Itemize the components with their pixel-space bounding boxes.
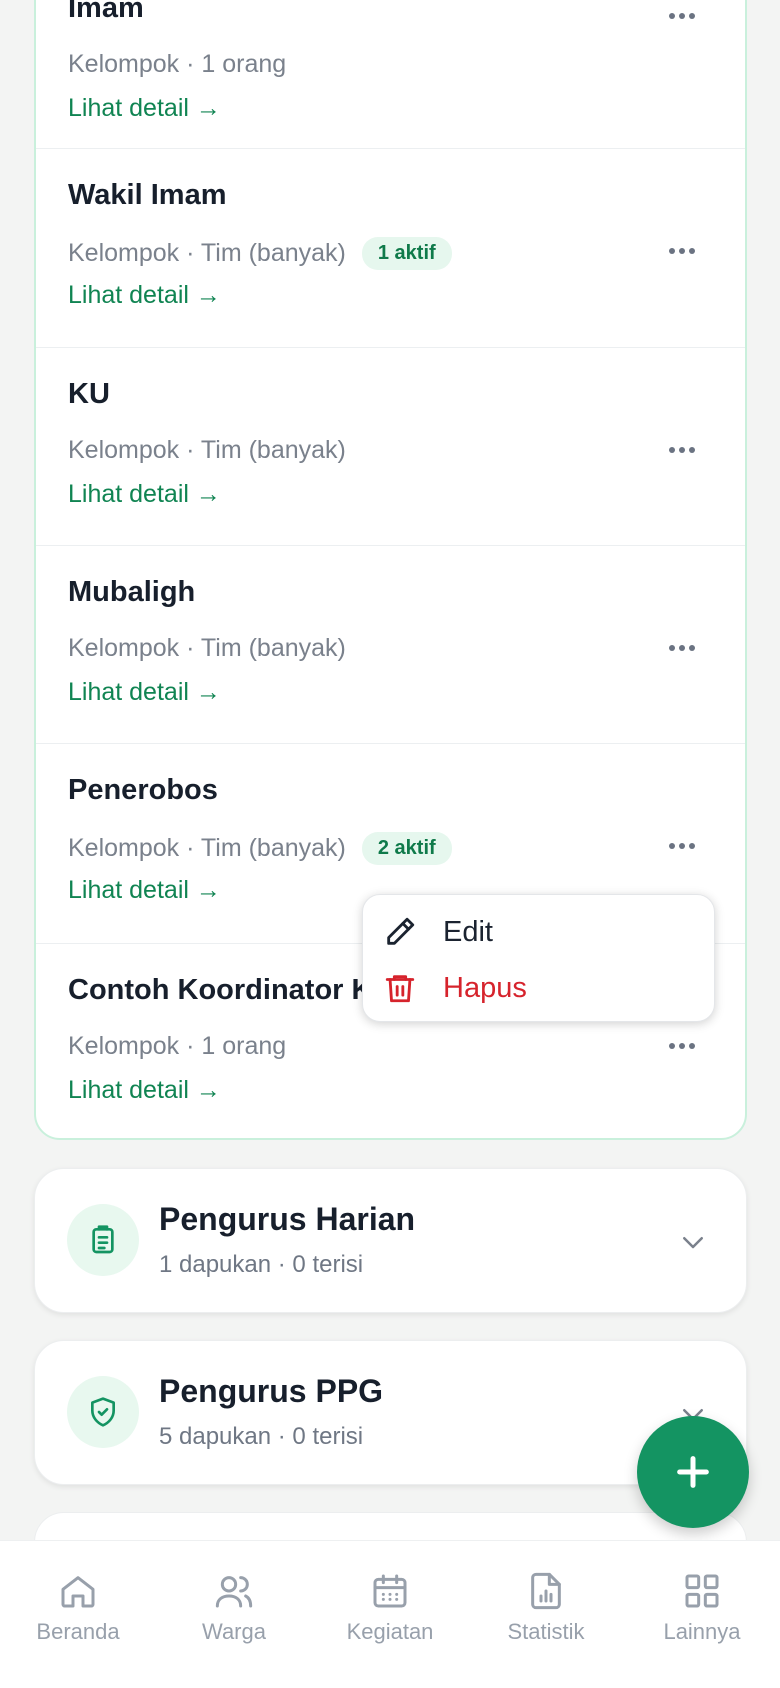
group-title: Wakil Imam [68, 179, 227, 211]
group-meta: Kelompok · Tim (banyak) [68, 634, 346, 663]
edit-menu-item[interactable]: Edit [383, 915, 493, 949]
section-title: Pengurus PPG [159, 1373, 384, 1409]
nav-item-lainnya[interactable]: Lainnya [624, 1541, 780, 1688]
section-icon-wrap [67, 1204, 139, 1276]
shield-check-icon [91, 1397, 115, 1427]
delete-label: Hapus [443, 971, 527, 1004]
group-meta-text: Kelompok · Tim (banyak) [68, 436, 346, 464]
nav-label: Beranda [36, 1619, 120, 1644]
status-badge: 2 aktif [361, 832, 452, 865]
grid-icon [685, 1574, 719, 1608]
nav-label: Statistik [507, 1619, 585, 1644]
view-detail-link[interactable]: Lihat detail → [68, 281, 221, 310]
list-item[interactable]: Imam Kelompok · 1 orang Lihat detail → [36, 0, 745, 160]
trash-icon [385, 975, 415, 1003]
group-title: Imam [68, 0, 144, 24]
pencil-icon [387, 917, 415, 945]
home-icon [61, 1576, 95, 1608]
list-item[interactable]: KU Kelompok · Tim (banyak) Lihat detail … [36, 347, 745, 545]
nav-label: Kegiatan [346, 1619, 434, 1644]
add-fab-button[interactable] [637, 1416, 749, 1528]
group-meta: Kelompok · Tim (banyak) 2 aktif [68, 832, 452, 865]
edit-label: Edit [443, 915, 493, 948]
section-pengurus-harian[interactable]: Pengurus Harian 1 dapukan · 0 terisi [34, 1168, 747, 1313]
list-item[interactable]: Mubaligh Kelompok · Tim (banyak) Lihat d… [36, 545, 745, 743]
group-title: Mubaligh [68, 576, 196, 608]
users-icon [215, 1576, 253, 1608]
bottom-nav: Beranda Warga Kegiatan Statistik Lainnya [0, 1540, 780, 1688]
group-meta: Kelompok · 1 orang [68, 50, 286, 79]
chevron-down-icon[interactable] [678, 1227, 708, 1257]
plus-icon [677, 1456, 709, 1488]
delete-menu-item[interactable]: Hapus [383, 971, 527, 1005]
chart-file-icon [531, 1572, 561, 1610]
section-subtitle: 1 dapukan · 0 terisi [159, 1251, 364, 1278]
group-title: KU [68, 378, 110, 410]
status-badge: 1 aktif [361, 237, 452, 270]
nav-label: Warga [202, 1619, 266, 1644]
more-icon[interactable] [669, 836, 695, 856]
more-icon[interactable] [669, 440, 695, 460]
group-meta-text: Kelompok · 1 orang [68, 1032, 287, 1060]
group-meta-text: Kelompok · 1 orang [68, 50, 287, 78]
view-detail-link[interactable]: Lihat detail → [68, 480, 221, 509]
nav-item-statistik[interactable]: Statistik [468, 1541, 624, 1688]
nav-item-beranda[interactable]: Beranda [0, 1541, 156, 1688]
group-meta: Kelompok · 1 orang [68, 1032, 286, 1061]
context-menu: Edit Hapus [362, 894, 715, 1022]
view-detail-link[interactable]: Lihat detail → [68, 678, 221, 707]
view-detail-link[interactable]: Lihat detail → [68, 876, 221, 905]
more-icon[interactable] [669, 1036, 695, 1056]
group-meta-text: Kelompok · Tim (banyak) [68, 239, 346, 267]
section-icon-wrap [67, 1376, 139, 1448]
more-icon[interactable] [669, 241, 695, 261]
section-title: Pengurus Harian [159, 1201, 416, 1237]
more-icon[interactable] [669, 638, 695, 658]
more-icon[interactable] [669, 6, 695, 26]
group-title: Penerobos [68, 774, 218, 806]
group-meta: Kelompok · Tim (banyak) 1 aktif [68, 237, 452, 270]
nav-item-kegiatan[interactable]: Kegiatan [312, 1541, 468, 1688]
group-meta-text: Kelompok · Tim (banyak) [68, 834, 346, 862]
list-item[interactable]: Wakil Imam Kelompok · Tim (banyak) 1 akt… [36, 148, 745, 346]
clipboard-icon [92, 1225, 114, 1254]
group-meta: Kelompok · Tim (banyak) [68, 436, 346, 465]
nav-item-warga[interactable]: Warga [156, 1541, 312, 1688]
group-title: Contoh Koordinator Ke [68, 974, 389, 1006]
section-subtitle: 5 dapukan · 0 terisi [159, 1423, 364, 1450]
view-detail-link[interactable]: Lihat detail → [68, 1076, 221, 1105]
view-detail-link[interactable]: Lihat detail → [68, 94, 221, 123]
group-meta-text: Kelompok · Tim (banyak) [68, 634, 346, 662]
nav-label: Lainnya [663, 1619, 741, 1644]
calendar-icon [373, 1574, 407, 1608]
